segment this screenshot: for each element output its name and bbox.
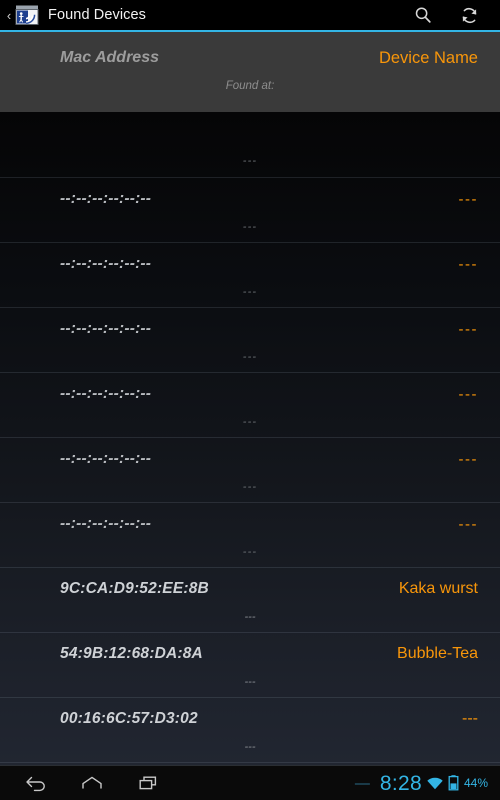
page-title: Found Devices: [48, 7, 147, 23]
cell-found-at: ---: [242, 286, 258, 298]
cell-mac-address: 00:16:6C:57:D3:02: [60, 710, 198, 727]
refresh-button[interactable]: [446, 0, 492, 30]
cell-mac-address: --:--:--:--:--:--: [60, 255, 152, 272]
recent-apps-button[interactable]: [120, 766, 176, 800]
cell-found-at: ---: [244, 611, 256, 623]
table-row-main: 54:9B:12:68:DA:8A Bubble-Tea: [0, 633, 500, 675]
table-row[interactable]: 48:60:BC:55:A4:97Maksl5Mar 12, 2012 7:05…: [0, 762, 500, 765]
table-row-main: 00:16:6C:57:D3:02 ---: [0, 698, 500, 740]
back-arrow-icon: [26, 776, 45, 792]
table-row-main: 9C:CA:D9:52:EE:8B Kaka wurst: [0, 568, 500, 610]
cell-found-at: ---: [244, 741, 256, 753]
cell-device-name: ---: [458, 385, 478, 403]
wifi-icon: [427, 777, 443, 789]
column-header-mac-address: Mac Address: [60, 49, 159, 66]
cell-found-at: ---: [242, 546, 258, 558]
cell-device-name: ---: [458, 320, 478, 338]
system-navigation-bar: — 8:28 44%: [0, 765, 500, 800]
table-row-main: --:--:--:--:--:-- ---: [0, 503, 500, 545]
table-row[interactable]: --:--:--:--:--:-- --- ---: [0, 242, 500, 307]
table-row[interactable]: --:--:--:--:--:-- --- ---: [0, 437, 500, 502]
search-icon: [415, 7, 431, 23]
column-header-found-at: Found at:: [225, 80, 275, 92]
found-devices-list[interactable]: --- --:--:--:--:--:-- --- --- --:--:--:--:--…: [0, 112, 500, 765]
cell-mac-address: --:--:--:--:--:--: [60, 320, 152, 337]
column-header-device-name: Device Name: [378, 48, 478, 67]
cell-device-name: Bubble-Tea: [397, 645, 478, 662]
table-row-main: [0, 112, 500, 154]
cell-found-at: ---: [242, 155, 258, 167]
cell-found-at: ---: [244, 676, 256, 688]
table-row-main: --:--:--:--:--:-- ---: [0, 438, 500, 480]
cell-device-name: ---: [458, 190, 478, 208]
table-row[interactable]: --:--:--:--:--:-- --- ---: [0, 307, 500, 372]
cell-found-at: ---: [242, 221, 258, 233]
search-button[interactable]: [400, 0, 446, 30]
table-row[interactable]: --:--:--:--:--:-- --- ---: [0, 177, 500, 242]
cell-mac-address: --:--:--:--:--:--: [60, 190, 152, 207]
cell-found-at: ---: [242, 351, 258, 363]
cell-device-name: ---: [462, 710, 478, 727]
cell-device-name: ---: [458, 450, 478, 468]
notification-placeholder-dash: —: [354, 774, 370, 792]
battery-percent-label: 44%: [463, 776, 488, 790]
table-row[interactable]: --:--:--:--:--:-- --- ---: [0, 372, 500, 437]
table-row[interactable]: 9C:CA:D9:52:EE:8B Kaka wurst ---: [0, 567, 500, 632]
table-row-main: --:--:--:--:--:-- ---: [0, 373, 500, 415]
column-header: Mac Address Device Name Found at:: [0, 32, 500, 112]
table-row-main: --:--:--:--:--:-- ---: [0, 178, 500, 220]
cell-mac-address: 9C:CA:D9:52:EE:8B: [60, 580, 209, 597]
cell-found-at: ---: [242, 481, 258, 493]
table-row-main: --:--:--:--:--:-- ---: [0, 243, 500, 285]
table-row[interactable]: --:--:--:--:--:-- --- ---: [0, 502, 500, 567]
cell-mac-address: --:--:--:--:--:--: [60, 515, 152, 532]
table-row[interactable]: ---: [0, 112, 500, 177]
up-navigation-caret-icon[interactable]: ‹: [4, 9, 14, 22]
cell-device-name: Kaka wurst: [398, 580, 478, 597]
cell-mac-address: 54:9B:12:68:DA:8A: [60, 645, 203, 662]
cell-mac-address: --:--:--:--:--:--: [60, 385, 152, 402]
status-clock: 8:28: [379, 771, 422, 795]
status-area[interactable]: — 8:28 44%: [355, 773, 492, 794]
table-row-main: --:--:--:--:--:-- ---: [0, 308, 500, 350]
back-button[interactable]: [8, 766, 64, 800]
home-icon: [82, 776, 102, 789]
refresh-icon: [462, 7, 476, 23]
table-row[interactable]: 00:16:6C:57:D3:02 --- ---: [0, 697, 500, 762]
battery-icon: [448, 775, 459, 791]
table-row-main: 48:60:BC:55:A4:97Maksl5: [0, 763, 500, 765]
cell-device-name: ---: [458, 255, 478, 273]
action-bar: ‹ Found Devices: [0, 0, 500, 30]
cell-mac-address: --:--:--:--:--:--: [60, 450, 152, 467]
recent-apps-icon: [139, 776, 157, 790]
wifi-monitor-app-icon: [15, 4, 39, 26]
home-button[interactable]: [64, 766, 120, 800]
table-row[interactable]: 54:9B:12:68:DA:8A Bubble-Tea ---: [0, 632, 500, 697]
cell-device-name: ---: [458, 515, 478, 533]
cell-found-at: ---: [242, 416, 258, 428]
android-screen: ‹ Found Devices Mac Address Device Name …: [0, 0, 500, 800]
